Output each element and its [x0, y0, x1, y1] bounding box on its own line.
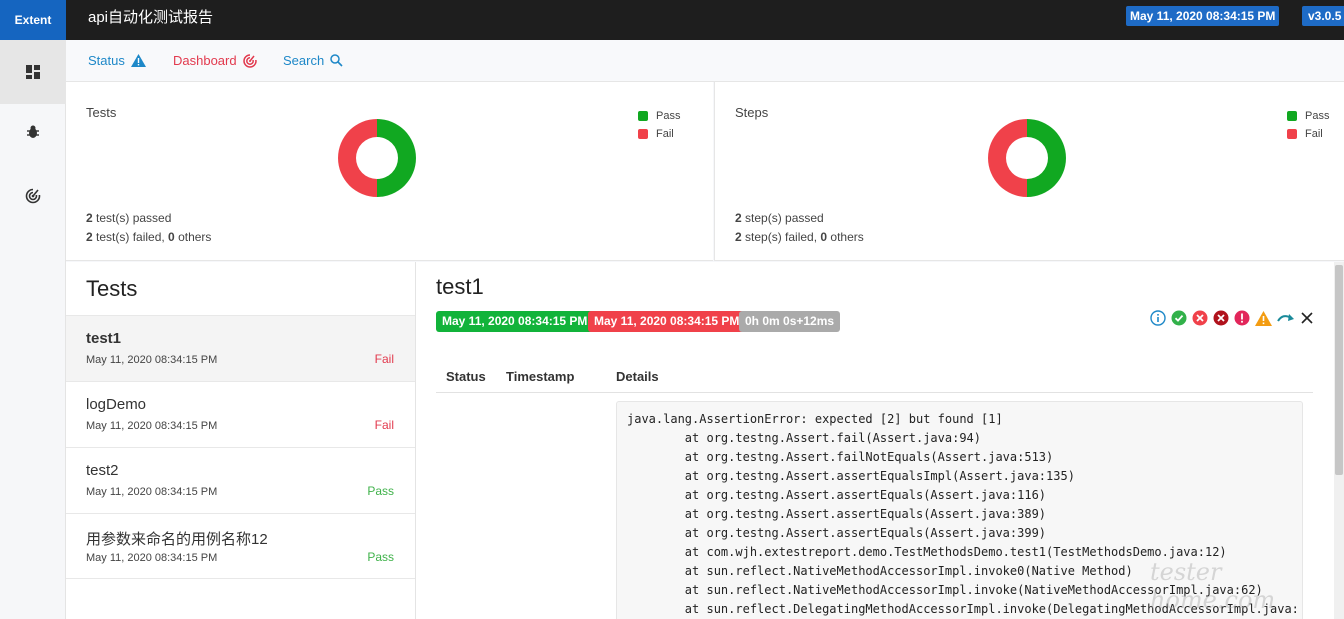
end-time-badge: May 11, 2020 08:34:15 PM: [588, 311, 746, 332]
scrollbar-thumb[interactable]: [1335, 265, 1343, 475]
test-status-badge: Pass: [367, 484, 394, 498]
donut-slice-pass[interactable]: [377, 119, 416, 197]
test-time: May 11, 2020 08:34:15 PM: [86, 354, 218, 366]
radar-icon: [25, 188, 41, 204]
dashboard-icon: [26, 65, 40, 79]
info-icon[interactable]: [1150, 310, 1166, 326]
donut-slice-fail[interactable]: [338, 119, 377, 197]
tests-failed-stat: 2 test(s) failed, 0 others: [86, 230, 211, 244]
tests-failed-count: 2: [86, 230, 93, 244]
steps-summary-card: Steps Pass Fail 2 step(s) passed 2 step(…: [714, 82, 1344, 261]
column-header-timestamp: Timestamp: [506, 369, 575, 384]
nav-status[interactable]: Status: [88, 53, 146, 68]
test-name: logDemo: [86, 396, 147, 413]
legend-pass-label: Pass: [656, 110, 681, 122]
steps-legend: Pass Fail: [1287, 107, 1329, 143]
steps-legend-pass-label: Pass: [1305, 110, 1330, 122]
nav-search-label: Search: [283, 53, 325, 68]
test-time: May 11, 2020 08:34:15 PM: [86, 552, 218, 564]
fatal-icon[interactable]: [1213, 310, 1229, 326]
steps-legend-pass[interactable]: Pass: [1287, 107, 1329, 125]
steps-failed-count: 2: [735, 230, 742, 244]
close-icon[interactable]: [1300, 311, 1314, 325]
top-bar: Extent api自动化测试报告 May 11, 2020 08:34:15 …: [0, 0, 1344, 40]
nav-bar: Status Dashboard Search: [66, 40, 1344, 82]
nav-search[interactable]: Search: [283, 53, 343, 68]
version-badge: v3.0.5: [1302, 6, 1344, 26]
skip-icon[interactable]: [1277, 311, 1295, 325]
steps-failed-stat: 2 step(s) failed, 0 others: [735, 230, 864, 244]
test-status-badge: Fail: [374, 352, 394, 366]
legend-pass-swatch: [638, 111, 648, 121]
steps-legend-fail[interactable]: Fail: [1287, 125, 1329, 143]
test-time: May 11, 2020 08:34:15 PM: [86, 420, 218, 432]
watermark: tester home.com: [1150, 558, 1276, 614]
steps-card-title: Steps: [735, 105, 769, 120]
donut-slice-fail[interactable]: [988, 119, 1027, 197]
tests-others-count: 0: [168, 230, 175, 244]
test-name: 用参数来命名的用例名称12: [86, 531, 268, 548]
nav-dashboard[interactable]: Dashboard: [173, 53, 257, 68]
steps-failed-text: step(s) failed,: [741, 230, 821, 244]
brand-logo[interactable]: Extent: [0, 0, 66, 40]
tests-list-heading: Tests: [86, 276, 138, 301]
tests-passed-count: 2: [86, 211, 93, 225]
report-title: api自动化测试报告: [88, 9, 214, 26]
tests-legend: Pass Fail: [638, 107, 680, 143]
nav-dashboard-label: Dashboard: [173, 53, 237, 68]
start-time-badge: May 11, 2020 08:34:15 PM: [436, 311, 594, 332]
table-header-divider: [436, 392, 1313, 393]
donut-slice-pass[interactable]: [1027, 119, 1066, 197]
pass-icon[interactable]: [1171, 310, 1187, 326]
tests-failed-text: test(s) failed,: [92, 230, 169, 244]
test-detail-title: test1: [436, 274, 484, 299]
steps-passed-count: 2: [735, 211, 742, 225]
sidebar-item-dashboard[interactable]: [0, 40, 66, 104]
warning-icon[interactable]: [1255, 310, 1272, 326]
test-status-badge: Fail: [374, 418, 394, 432]
test-name: test1: [86, 330, 122, 347]
tests-summary-card: Tests Pass Fail 2 test(s) passed 2 test(…: [66, 82, 713, 261]
test-time: May 11, 2020 08:34:15 PM: [86, 486, 218, 498]
search-icon: [330, 54, 343, 67]
warning-triangle-icon: [130, 54, 146, 67]
steps-legend-fail-swatch: [1287, 129, 1297, 139]
test-status-badge: Pass: [367, 550, 394, 564]
left-sidebar: [0, 40, 66, 619]
steps-legend-fail-label: Fail: [1305, 128, 1323, 140]
tests-list-panel: Tests test1 May 11, 2020 08:34:15 PM Fai…: [66, 262, 416, 619]
steps-others-text: others: [827, 230, 864, 244]
tests-passed-stat: 2 test(s) passed: [86, 211, 171, 225]
tests-passed-text: test(s) passed: [92, 211, 172, 225]
legend-fail[interactable]: Fail: [638, 125, 680, 143]
tests-card-title: Tests: [86, 105, 117, 120]
legend-fail-swatch: [638, 129, 648, 139]
bug-icon: [27, 125, 39, 138]
test-name: test2: [86, 462, 119, 479]
legend-fail-label: Fail: [656, 128, 674, 140]
sidebar-item-exceptions[interactable]: [0, 164, 66, 228]
steps-passed-text: step(s) passed: [741, 211, 824, 225]
sidebar-item-tests[interactable]: [0, 100, 66, 164]
error-icon[interactable]: [1234, 310, 1250, 326]
tests-donut-chart: [338, 119, 416, 197]
target-icon: [242, 53, 257, 68]
test-list-item[interactable]: 用参数来命名的用例名称12 May 11, 2020 08:34:15 PM P…: [66, 513, 415, 579]
report-date-badge: May 11, 2020 08:34:15 PM: [1126, 6, 1280, 26]
tests-others-text: others: [174, 230, 212, 244]
column-header-status: Status: [446, 369, 486, 384]
duration-badge: 0h 0m 0s+12ms: [739, 311, 841, 332]
steps-donut-chart: [988, 119, 1066, 197]
fail-icon[interactable]: [1192, 310, 1208, 326]
legend-pass[interactable]: Pass: [638, 107, 680, 125]
test-list-item[interactable]: test1 May 11, 2020 08:34:15 PM Fail: [66, 315, 415, 381]
status-filter-icons: [1150, 310, 1314, 326]
steps-passed-stat: 2 step(s) passed: [735, 211, 824, 225]
nav-status-label: Status: [88, 53, 125, 68]
column-header-details: Details: [616, 369, 659, 384]
test-list-item[interactable]: logDemo May 11, 2020 08:34:15 PM Fail: [66, 381, 415, 447]
steps-legend-pass-swatch: [1287, 111, 1297, 121]
test-list-item[interactable]: test2 May 11, 2020 08:34:15 PM Pass: [66, 447, 415, 513]
